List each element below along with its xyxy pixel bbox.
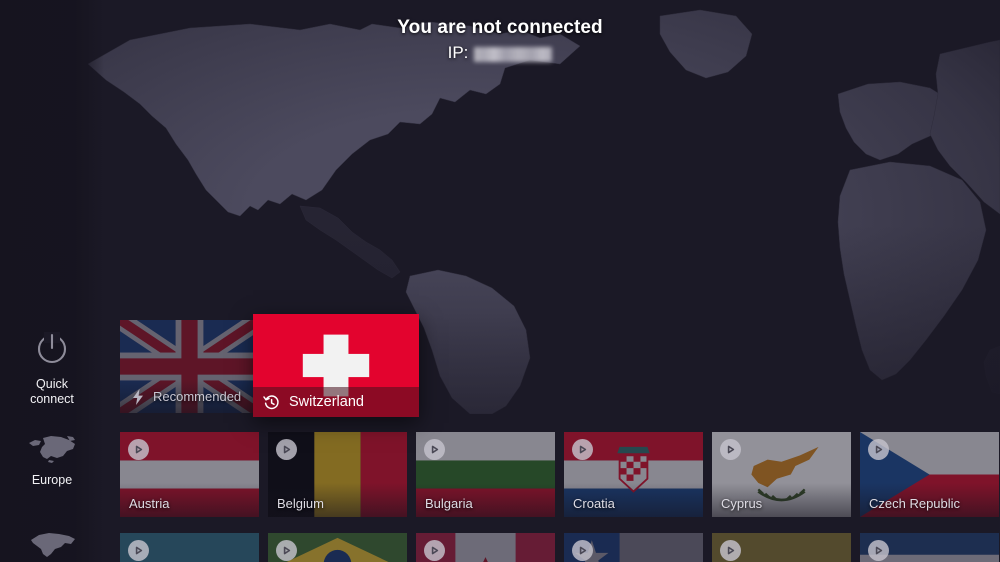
country-grid: Recommended Switzerland Austria Belgium … xyxy=(0,0,1000,562)
recommended-label: Recommended xyxy=(153,389,242,404)
connection-status: You are not connected IP: xyxy=(0,17,1000,63)
play-circle-icon[interactable] xyxy=(128,540,149,561)
card-row3-3[interactable] xyxy=(416,533,555,562)
play-circle-icon[interactable] xyxy=(424,439,445,460)
play-circle-icon[interactable] xyxy=(572,439,593,460)
sidebar-item-americas[interactable] xyxy=(0,530,104,560)
europe-map-icon xyxy=(23,434,81,464)
focused-country-label: Switzerland xyxy=(289,394,364,410)
card-row3-6[interactable] xyxy=(860,533,999,562)
card-cyprus[interactable]: Cyprus xyxy=(712,432,851,517)
country-name: Czech Republic xyxy=(869,496,961,511)
play-circle-icon[interactable] xyxy=(424,540,445,561)
card-row3-1[interactable] xyxy=(120,533,259,562)
play-circle-icon[interactable] xyxy=(276,439,297,460)
play-circle-icon[interactable] xyxy=(868,540,889,561)
history-clock-icon xyxy=(263,394,280,411)
country-name: Cyprus xyxy=(721,496,763,511)
focused-label-bar: Switzerland xyxy=(253,387,419,417)
card-belgium[interactable]: Belgium xyxy=(268,432,407,517)
play-circle-icon[interactable] xyxy=(128,439,149,460)
ip-row: IP: xyxy=(0,43,1000,63)
country-name: Belgium xyxy=(277,496,324,511)
lightning-bolt-icon xyxy=(130,388,146,406)
card-croatia[interactable]: Croatia xyxy=(564,432,703,517)
card-switzerland-focused[interactable]: Switzerland xyxy=(253,314,419,417)
sidebar-item-quick-connect[interactable]: Quick connect xyxy=(0,328,104,407)
sidebar-item-europe[interactable]: Europe xyxy=(0,434,104,488)
card-row3-2[interactable] xyxy=(268,533,407,562)
play-circle-icon[interactable] xyxy=(720,439,741,460)
ip-label: IP: xyxy=(447,43,469,62)
play-circle-icon[interactable] xyxy=(276,540,297,561)
americas-map-icon xyxy=(23,530,81,560)
sidebar-quick-connect-label: Quick connect xyxy=(30,377,74,406)
country-name: Austria xyxy=(129,496,170,511)
card-austria[interactable]: Austria xyxy=(120,432,259,517)
ip-value-redacted xyxy=(474,46,553,62)
sidebar-europe-label: Europe xyxy=(31,473,73,487)
status-title: You are not connected xyxy=(397,17,603,38)
card-row3-4[interactable] xyxy=(564,533,703,562)
sidebar: Quick connect Europe xyxy=(0,0,104,562)
card-recommended[interactable]: Recommended xyxy=(120,320,259,413)
card-czech-republic[interactable]: Czech Republic xyxy=(860,432,999,517)
country-name: Croatia xyxy=(573,496,615,511)
country-name: Bulgaria xyxy=(425,496,473,511)
card-bulgaria[interactable]: Bulgaria xyxy=(416,432,555,517)
play-circle-icon[interactable] xyxy=(720,540,741,561)
card-row3-5[interactable] xyxy=(712,533,851,562)
play-circle-icon[interactable] xyxy=(868,439,889,460)
power-icon xyxy=(32,328,72,368)
play-circle-icon[interactable] xyxy=(572,540,593,561)
